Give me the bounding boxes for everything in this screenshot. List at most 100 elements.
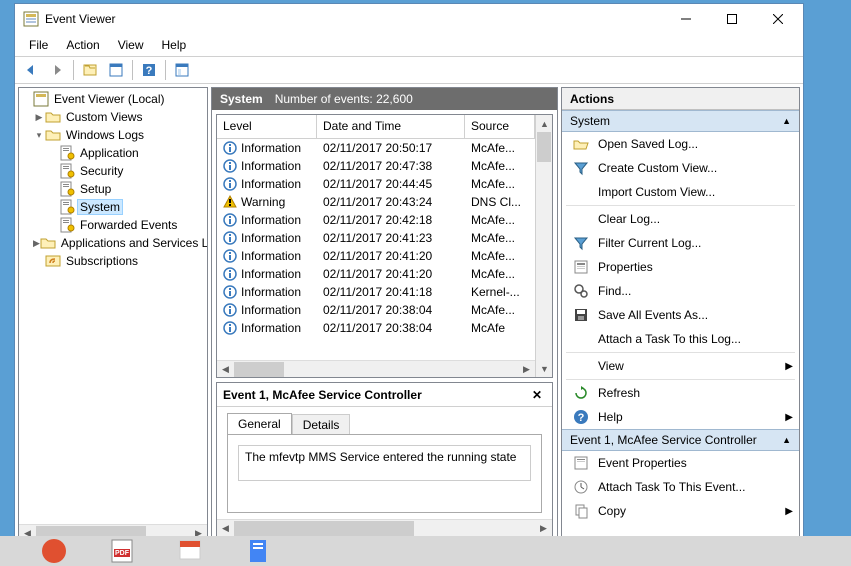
menu-file[interactable]: File bbox=[21, 36, 56, 54]
help-icon: ? bbox=[572, 408, 590, 426]
properties-button[interactable] bbox=[104, 58, 128, 82]
save-icon bbox=[572, 306, 590, 324]
col-source[interactable]: Source bbox=[465, 115, 535, 138]
grid-vscroll[interactable]: ▲ ▼ bbox=[535, 115, 552, 377]
separator bbox=[566, 205, 795, 206]
taskbar-app-icon[interactable] bbox=[40, 537, 68, 565]
action-clear-log[interactable]: Clear Log... bbox=[562, 207, 799, 231]
scroll-thumb[interactable] bbox=[537, 132, 551, 162]
forward-button[interactable] bbox=[45, 58, 69, 82]
cell-level: Information bbox=[241, 267, 301, 281]
cell-level: Information bbox=[241, 159, 301, 173]
taskbar-app-icon[interactable] bbox=[244, 537, 272, 565]
app-icon bbox=[23, 11, 39, 27]
tree-root[interactable]: Event Viewer (Local) bbox=[19, 90, 207, 108]
tree-setup[interactable]: Setup bbox=[19, 180, 207, 198]
scroll-thumb[interactable] bbox=[234, 362, 284, 377]
scroll-left-icon[interactable]: ◀ bbox=[217, 361, 234, 378]
show-hide-tree-button[interactable] bbox=[78, 58, 102, 82]
actions-section-event[interactable]: Event 1, McAfee Service Controller ▲ bbox=[562, 429, 799, 451]
cell-date: 02/11/2017 20:43:24 bbox=[317, 195, 465, 209]
expander-icon[interactable]: ▾ bbox=[33, 130, 45, 141]
grid-row[interactable]: Information02/11/2017 20:41:23McAfe... bbox=[217, 229, 535, 247]
tree-apps-services[interactable]: ▶ Applications and Services Lo bbox=[19, 234, 207, 252]
grid-row[interactable]: Information02/11/2017 20:41:20McAfe... bbox=[217, 265, 535, 283]
action-copy[interactable]: Copy ▶ bbox=[562, 499, 799, 523]
tree-custom-views[interactable]: ▶ Custom Views bbox=[19, 108, 207, 126]
tree-pane: Event Viewer (Local) ▶ Custom Views ▾ Wi… bbox=[18, 87, 208, 542]
grid-hscroll[interactable]: ◀ ▶ bbox=[217, 360, 535, 377]
action-attach-task-event[interactable]: Attach Task To This Event... bbox=[562, 475, 799, 499]
menubar: File Action View Help bbox=[15, 34, 803, 56]
subscriptions-icon bbox=[45, 253, 61, 269]
grid-row[interactable]: Information02/11/2017 20:38:04McAfe bbox=[217, 319, 535, 337]
tree-system[interactable]: System bbox=[19, 198, 207, 216]
grid-row[interactable]: Information02/11/2017 20:41:20McAfe... bbox=[217, 247, 535, 265]
detail-pane: Event 1, McAfee Service Controller ✕ Gen… bbox=[216, 382, 553, 537]
tab-details[interactable]: Details bbox=[292, 414, 351, 435]
scroll-right-icon[interactable]: ▶ bbox=[518, 361, 535, 378]
grid-row[interactable]: Information02/11/2017 20:42:18McAfe... bbox=[217, 211, 535, 229]
tree-application[interactable]: Application bbox=[19, 144, 207, 162]
scroll-up-icon[interactable]: ▲ bbox=[536, 115, 553, 132]
scroll-left-icon[interactable]: ◀ bbox=[217, 520, 234, 537]
action-filter-log[interactable]: Filter Current Log... bbox=[562, 231, 799, 255]
action-properties[interactable]: Properties bbox=[562, 255, 799, 279]
close-button[interactable] bbox=[755, 4, 801, 34]
grid-row[interactable]: Information02/11/2017 20:41:18Kernel-... bbox=[217, 283, 535, 301]
col-level[interactable]: Level bbox=[217, 115, 317, 138]
scroll-down-icon[interactable]: ▼ bbox=[536, 360, 553, 377]
blank-icon bbox=[572, 330, 590, 348]
detail-hscroll[interactable]: ◀ ▶ bbox=[217, 519, 552, 536]
tree-security[interactable]: Security bbox=[19, 162, 207, 180]
cell-source: McAfe... bbox=[465, 213, 535, 227]
action-help[interactable]: ? Help ▶ bbox=[562, 405, 799, 429]
expander-icon[interactable]: ▶ bbox=[33, 112, 45, 123]
action-event-properties[interactable]: Event Properties bbox=[562, 451, 799, 475]
action-attach-task-log[interactable]: Attach a Task To this Log... bbox=[562, 327, 799, 351]
cell-source: McAfe... bbox=[465, 303, 535, 317]
tree-forwarded[interactable]: Forwarded Events bbox=[19, 216, 207, 234]
scroll-thumb[interactable] bbox=[234, 521, 414, 536]
menu-help[interactable]: Help bbox=[154, 36, 195, 54]
grid-row[interactable]: Information02/11/2017 20:44:45McAfe... bbox=[217, 175, 535, 193]
cell-source: McAfe... bbox=[465, 159, 535, 173]
back-button[interactable] bbox=[19, 58, 43, 82]
col-date[interactable]: Date and Time bbox=[317, 115, 465, 138]
cell-date: 02/11/2017 20:42:18 bbox=[317, 213, 465, 227]
action-refresh[interactable]: Refresh bbox=[562, 381, 799, 405]
actions-section-system[interactable]: System ▲ bbox=[562, 110, 799, 132]
action-create-custom-view[interactable]: Create Custom View... bbox=[562, 156, 799, 180]
tree: Event Viewer (Local) ▶ Custom Views ▾ Wi… bbox=[19, 88, 207, 524]
cell-source: McAfe... bbox=[465, 267, 535, 281]
maximize-button[interactable] bbox=[709, 4, 755, 34]
cell-source: DNS Cl... bbox=[465, 195, 535, 209]
menu-action[interactable]: Action bbox=[58, 36, 107, 54]
grid-row[interactable]: Warning02/11/2017 20:43:24DNS Cl... bbox=[217, 193, 535, 211]
warning-icon bbox=[223, 195, 237, 209]
action-open-saved-log[interactable]: Open Saved Log... bbox=[562, 132, 799, 156]
grid-row[interactable]: Information02/11/2017 20:50:17McAfe... bbox=[217, 139, 535, 157]
taskbar-pdf-icon[interactable]: PDF bbox=[108, 537, 136, 565]
extra-button[interactable] bbox=[170, 58, 194, 82]
close-detail-button[interactable]: ✕ bbox=[528, 386, 546, 404]
minimize-button[interactable] bbox=[663, 4, 709, 34]
events-title: System bbox=[220, 92, 263, 106]
menu-view[interactable]: View bbox=[110, 36, 152, 54]
detail-body: The mfevtp MMS Service entered the runni… bbox=[227, 434, 542, 513]
action-save-all[interactable]: Save All Events As... bbox=[562, 303, 799, 327]
tree-subscriptions[interactable]: Subscriptions bbox=[19, 252, 207, 270]
scroll-right-icon[interactable]: ▶ bbox=[535, 520, 552, 537]
cell-level: Information bbox=[241, 303, 301, 317]
grid-row[interactable]: Information02/11/2017 20:47:38McAfe... bbox=[217, 157, 535, 175]
event-properties-icon bbox=[572, 454, 590, 472]
expander-icon[interactable]: ▶ bbox=[33, 238, 40, 249]
tree-windows-logs[interactable]: ▾ Windows Logs bbox=[19, 126, 207, 144]
grid-row[interactable]: Information02/11/2017 20:38:04McAfe... bbox=[217, 301, 535, 319]
action-find[interactable]: Find... bbox=[562, 279, 799, 303]
help-button[interactable]: ? bbox=[137, 58, 161, 82]
taskbar-app-icon[interactable] bbox=[176, 537, 204, 565]
tab-general[interactable]: General bbox=[227, 413, 292, 434]
action-import-custom-view[interactable]: Import Custom View... bbox=[562, 180, 799, 204]
action-view-submenu[interactable]: View ▶ bbox=[562, 354, 799, 378]
